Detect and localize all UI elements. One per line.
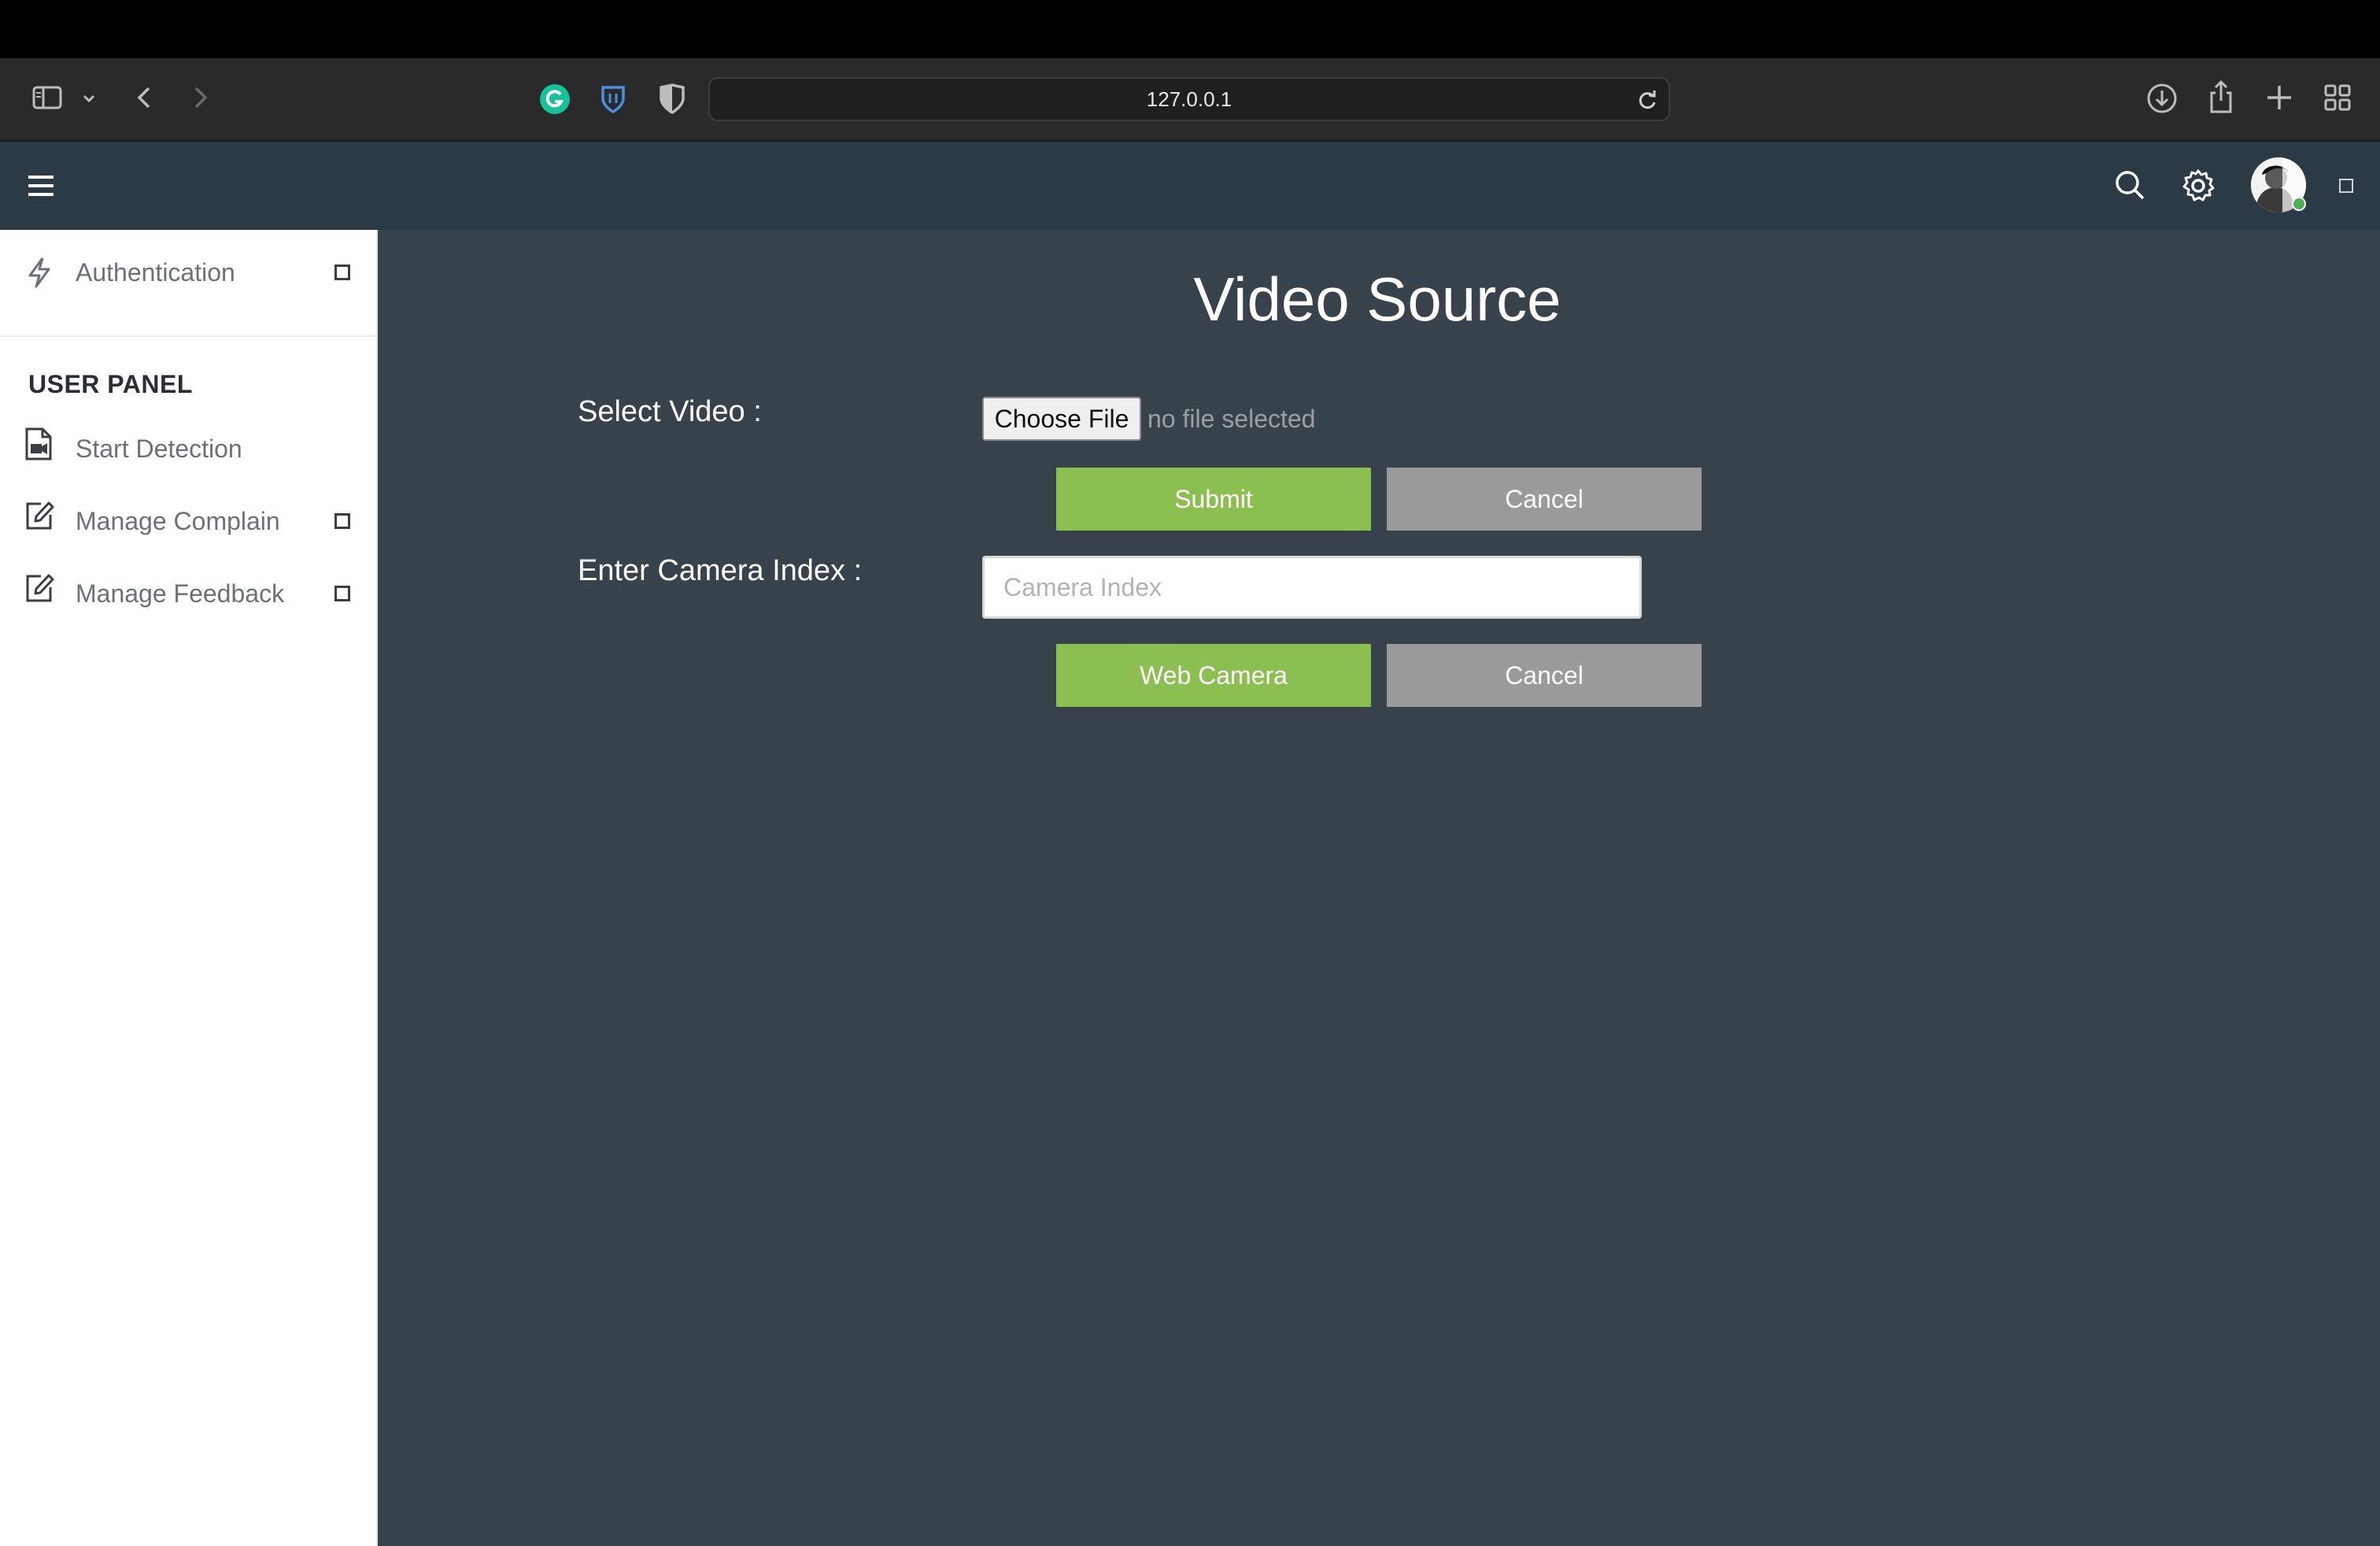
sidebar-divider <box>0 335 378 337</box>
choose-file-button[interactable]: Choose File <box>982 397 1141 441</box>
lightning-icon <box>24 255 55 294</box>
submit-button[interactable]: Submit <box>1056 468 1371 531</box>
sidebar-item-authentication[interactable]: Authentication <box>0 241 378 304</box>
bitwarden-icon[interactable] <box>597 83 630 116</box>
app-header <box>0 142 2380 230</box>
sidebar-item-label: Start Detection <box>76 435 242 463</box>
tab-overview-icon[interactable] <box>2322 82 2353 113</box>
expand-checkbox-icon[interactable] <box>334 264 350 280</box>
address-bar[interactable]: 127.0.0.1 <box>708 77 1670 121</box>
url-text: 127.0.0.1 <box>1146 87 1232 111</box>
search-icon[interactable] <box>2112 168 2147 202</box>
page-title: Video Source <box>1193 264 1561 334</box>
cancel-camera-button[interactable]: Cancel <box>1387 644 1702 707</box>
sidebar: Authentication USER PANEL Start Detectio… <box>0 230 378 1546</box>
file-status-text: no file selected <box>1148 405 1316 433</box>
expand-checkbox-icon[interactable] <box>334 513 350 529</box>
edit-icon <box>24 499 57 536</box>
share-icon[interactable] <box>2205 79 2237 115</box>
cancel-button[interactable]: Cancel <box>1387 468 1702 531</box>
sidebar-item-start-detection[interactable]: Start Detection <box>0 417 378 480</box>
grammarly-icon[interactable] <box>538 83 571 116</box>
video-file-icon <box>24 427 54 465</box>
online-status-dot <box>2292 197 2306 211</box>
expand-checkbox-icon[interactable] <box>334 586 350 601</box>
browser-toolbar: 127.0.0.1 <box>0 58 2380 142</box>
edit-icon <box>24 571 57 608</box>
sidebar-item-label: Manage Feedback <box>76 579 285 608</box>
section-heading: USER PANEL <box>28 370 193 398</box>
menu-icon[interactable] <box>25 170 57 202</box>
forward-icon[interactable] <box>186 83 214 112</box>
web-camera-button[interactable]: Web Camera <box>1056 644 1371 707</box>
back-icon[interactable] <box>131 83 159 112</box>
sidebar-item-manage-feedback[interactable]: Manage Feedback <box>0 562 378 625</box>
sidebar-item-label: Manage Complain <box>76 507 280 535</box>
reload-icon[interactable] <box>1635 88 1659 116</box>
gear-icon[interactable] <box>2180 168 2216 204</box>
checkbox-icon[interactable] <box>2339 179 2353 193</box>
camera-index-input[interactable] <box>982 556 1642 619</box>
camera-index-label: Enter Camera Index : <box>578 554 863 587</box>
window-top-bar <box>0 0 2380 58</box>
chevron-down-icon[interactable] <box>80 90 98 107</box>
new-tab-icon[interactable] <box>2264 82 2295 113</box>
sidebar-item-manage-complain[interactable]: Manage Complain <box>0 490 378 553</box>
sidebar-icon[interactable] <box>31 82 63 113</box>
download-icon[interactable] <box>2145 82 2179 115</box>
select-video-label: Select Video : <box>578 395 762 428</box>
shield-icon[interactable] <box>656 83 688 116</box>
sidebar-item-label: Authentication <box>76 258 235 287</box>
